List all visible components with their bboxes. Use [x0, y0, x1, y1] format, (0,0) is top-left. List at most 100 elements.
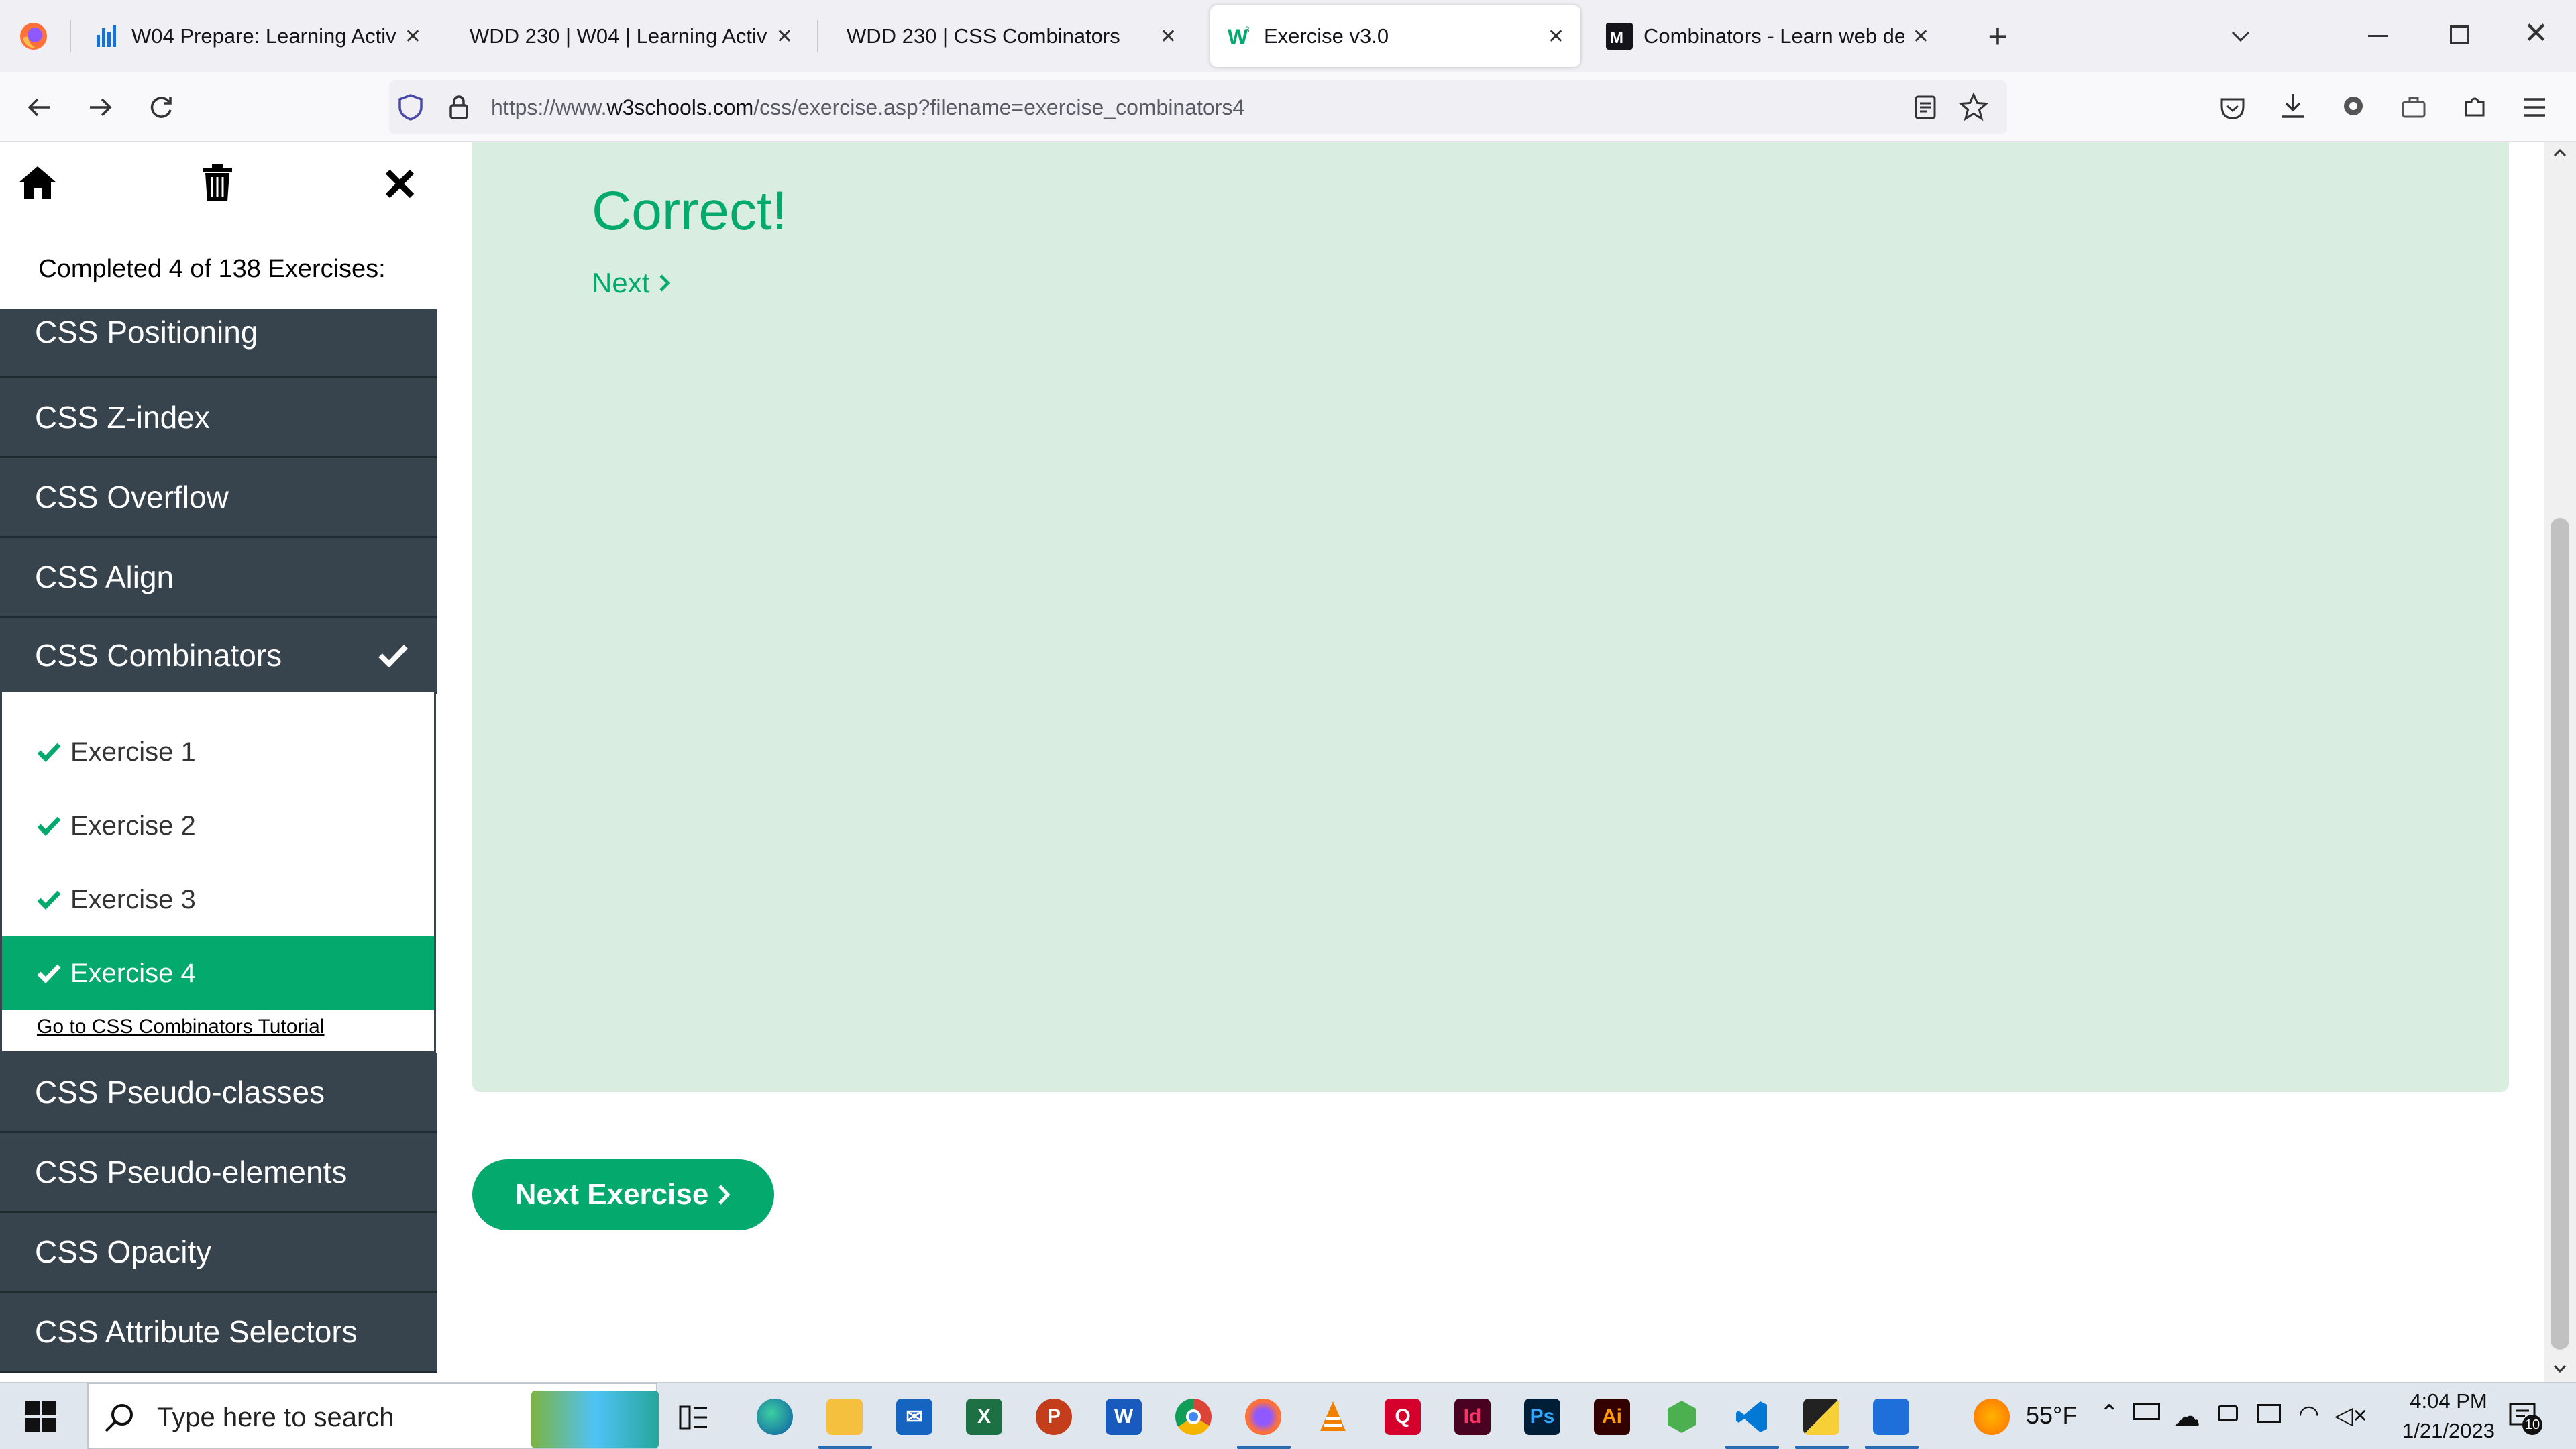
weather-sun-icon[interactable] — [1974, 1399, 2010, 1435]
photos-icon[interactable] — [1873, 1399, 1909, 1435]
next-exercise-label: Next Exercise — [515, 1178, 709, 1211]
taskbar-search-box[interactable]: Type here to search — [87, 1383, 659, 1449]
bar-chart-favicon-icon — [97, 25, 116, 47]
next-exercise-button[interactable]: Next Exercise — [472, 1159, 774, 1230]
powerpoint-icon[interactable]: P — [1036, 1399, 1072, 1435]
quicken-icon[interactable]: Q — [1385, 1399, 1421, 1435]
tab-wdd230-learning[interactable]: WDD 230 | W04 | Learning Activities ✕ — [453, 5, 809, 67]
weather-temperature[interactable]: 55°F — [2026, 1401, 2077, 1430]
onedrive-cloud-icon[interactable]: ☁ — [2174, 1401, 2200, 1432]
sidebar-item-css-align[interactable]: CSS Align — [0, 538, 437, 618]
back-arrow-icon[interactable] — [21, 90, 56, 125]
vscode-icon[interactable] — [1733, 1399, 1770, 1435]
forward-arrow-icon[interactable] — [83, 90, 118, 125]
exercise-item-4[interactable]: Exercise 4 — [2, 936, 434, 1010]
sidebar-item-css-pseudo-elements[interactable]: CSS Pseudo-elements — [0, 1133, 437, 1213]
extension-toolbox-icon[interactable] — [2399, 93, 2428, 122]
mdn-favicon-icon: M — [1606, 23, 1633, 50]
sidebar-item-css-opacity[interactable]: CSS Opacity — [0, 1213, 437, 1293]
speaker-muted-icon[interactable]: ◁× — [2334, 1401, 2367, 1430]
search-placeholder: Type here to search — [157, 1403, 394, 1432]
main-content: Correct! Next Next Exercise — [437, 142, 2544, 1382]
windows-start-icon[interactable] — [25, 1401, 56, 1432]
home-icon[interactable] — [17, 164, 58, 201]
bookmark-star-icon[interactable] — [1957, 91, 1990, 123]
exercise-item-label: Exercise 4 — [70, 958, 196, 988]
file-explorer-icon[interactable] — [826, 1399, 863, 1435]
display-icon[interactable] — [2257, 1404, 2281, 1423]
word-icon[interactable]: W — [1106, 1399, 1142, 1435]
trash-icon[interactable] — [199, 162, 236, 203]
reload-icon[interactable] — [144, 90, 178, 125]
reader-view-icon[interactable] — [1911, 93, 1940, 122]
extension-gear-icon[interactable] — [2339, 91, 2368, 121]
vlc-icon[interactable] — [1315, 1399, 1351, 1435]
hamburger-menu-icon[interactable] — [2520, 93, 2549, 122]
task-view-icon[interactable] — [679, 1404, 708, 1431]
close-tab-icon[interactable]: ✕ — [776, 25, 793, 48]
url-bar[interactable]: https://www.w3schools.com/css/exercise.a… — [389, 80, 2007, 134]
close-window-icon[interactable]: ✕ — [2524, 16, 2548, 50]
tab-exercise[interactable]: W3 Exercise v3.0 ✕ — [1210, 5, 1580, 67]
lock-icon[interactable] — [444, 93, 474, 122]
firefox-taskbar-icon[interactable] — [1245, 1399, 1281, 1435]
exercise-item-label: Exercise 1 — [70, 737, 196, 767]
meet-now-icon[interactable] — [2218, 1405, 2238, 1421]
sidebar-item-css-z-index[interactable]: CSS Z-index — [0, 378, 437, 458]
sidebar-item-css-positioning[interactable]: CSS Positioning — [0, 309, 437, 378]
close-icon[interactable] — [382, 166, 417, 201]
extensions-puzzle-icon[interactable] — [2461, 91, 2490, 121]
download-icon[interactable] — [2278, 91, 2308, 121]
pocket-icon[interactable] — [2218, 93, 2247, 122]
exercise-item-1[interactable]: Exercise 1 — [2, 715, 434, 789]
photoshop-icon[interactable]: Ps — [1524, 1399, 1560, 1435]
firefox-icon[interactable] — [19, 21, 48, 51]
tab-label: W04 Prepare: Learning Activitie — [131, 24, 396, 48]
tab-wdd230-combinators[interactable]: WDD 230 | CSS Combinators ✕ — [830, 5, 1193, 67]
next-link-label: Next — [592, 267, 650, 299]
sidebar-item-label: CSS Opacity — [35, 1234, 212, 1269]
list-tabs-chevron-down-icon[interactable] — [2224, 20, 2257, 52]
scroll-down-icon[interactable] — [2552, 1360, 2568, 1377]
wifi-icon[interactable]: ◠ — [2298, 1400, 2319, 1428]
chrome-icon[interactable] — [1175, 1399, 1212, 1435]
sidebar-item-css-overflow[interactable]: CSS Overflow — [0, 458, 437, 538]
edge-icon[interactable] — [757, 1399, 793, 1435]
tab-w04-prepare[interactable]: W04 Prepare: Learning Activitie ✕ — [78, 5, 437, 67]
scroll-up-icon[interactable] — [2552, 145, 2568, 161]
exercise-item-2[interactable]: Exercise 2 — [2, 789, 434, 863]
close-tab-icon[interactable]: ✕ — [1913, 25, 1929, 48]
close-tab-icon[interactable]: ✕ — [1160, 25, 1177, 48]
shield-icon[interactable] — [396, 93, 425, 122]
sidebar-item-css-combinators[interactable]: CSS Combinators — [0, 618, 437, 694]
sidebar-item-css-pseudo-classes[interactable]: CSS Pseudo-classes — [0, 1053, 437, 1133]
node-hexagon-icon[interactable] — [1664, 1399, 1700, 1435]
close-tab-icon[interactable]: ✕ — [1548, 25, 1564, 48]
new-tab-icon[interactable]: + — [1979, 17, 2017, 55]
clock-date[interactable]: 1/21/2023 — [2375, 1419, 2522, 1443]
excel-icon[interactable]: X — [966, 1399, 1002, 1435]
indesign-icon[interactable]: Id — [1454, 1399, 1491, 1435]
scrollbar-thumb[interactable] — [2551, 518, 2569, 1350]
completion-status: Completed 4 of 138 Exercises: — [38, 255, 386, 283]
notifications-icon[interactable]: 10 — [2508, 1400, 2542, 1435]
battery-icon[interactable] — [2133, 1403, 2160, 1420]
page-scrollbar[interactable] — [2544, 142, 2576, 1382]
show-hidden-icons-chevron-icon[interactable]: ⌃ — [2100, 1400, 2119, 1427]
sidebar-item-label: CSS Align — [35, 559, 174, 594]
minimize-icon[interactable] — [2368, 35, 2388, 37]
mail-icon[interactable]: ✉ — [896, 1399, 932, 1435]
search-icon — [105, 1404, 133, 1432]
url-text[interactable]: https://www.w3schools.com/css/exercise.a… — [491, 95, 1244, 120]
svg-text:3: 3 — [1245, 25, 1250, 34]
illustrator-icon[interactable]: Ai — [1594, 1399, 1630, 1435]
close-tab-icon[interactable]: ✕ — [405, 25, 421, 48]
tab-mdn-combinators[interactable]: M Combinators - Learn web devel ✕ — [1590, 5, 1945, 67]
sidebar-item-css-attribute-selectors[interactable]: CSS Attribute Selectors — [0, 1293, 437, 1373]
next-link[interactable]: Next — [592, 267, 672, 299]
sticky-notes-icon[interactable] — [1803, 1399, 1839, 1435]
clock-time[interactable]: 4:04 PM — [2375, 1389, 2522, 1413]
tutorial-link[interactable]: Go to CSS Combinators Tutorial — [37, 1016, 325, 1038]
restore-icon[interactable] — [2450, 25, 2469, 44]
exercise-item-3[interactable]: Exercise 3 — [2, 863, 434, 936]
